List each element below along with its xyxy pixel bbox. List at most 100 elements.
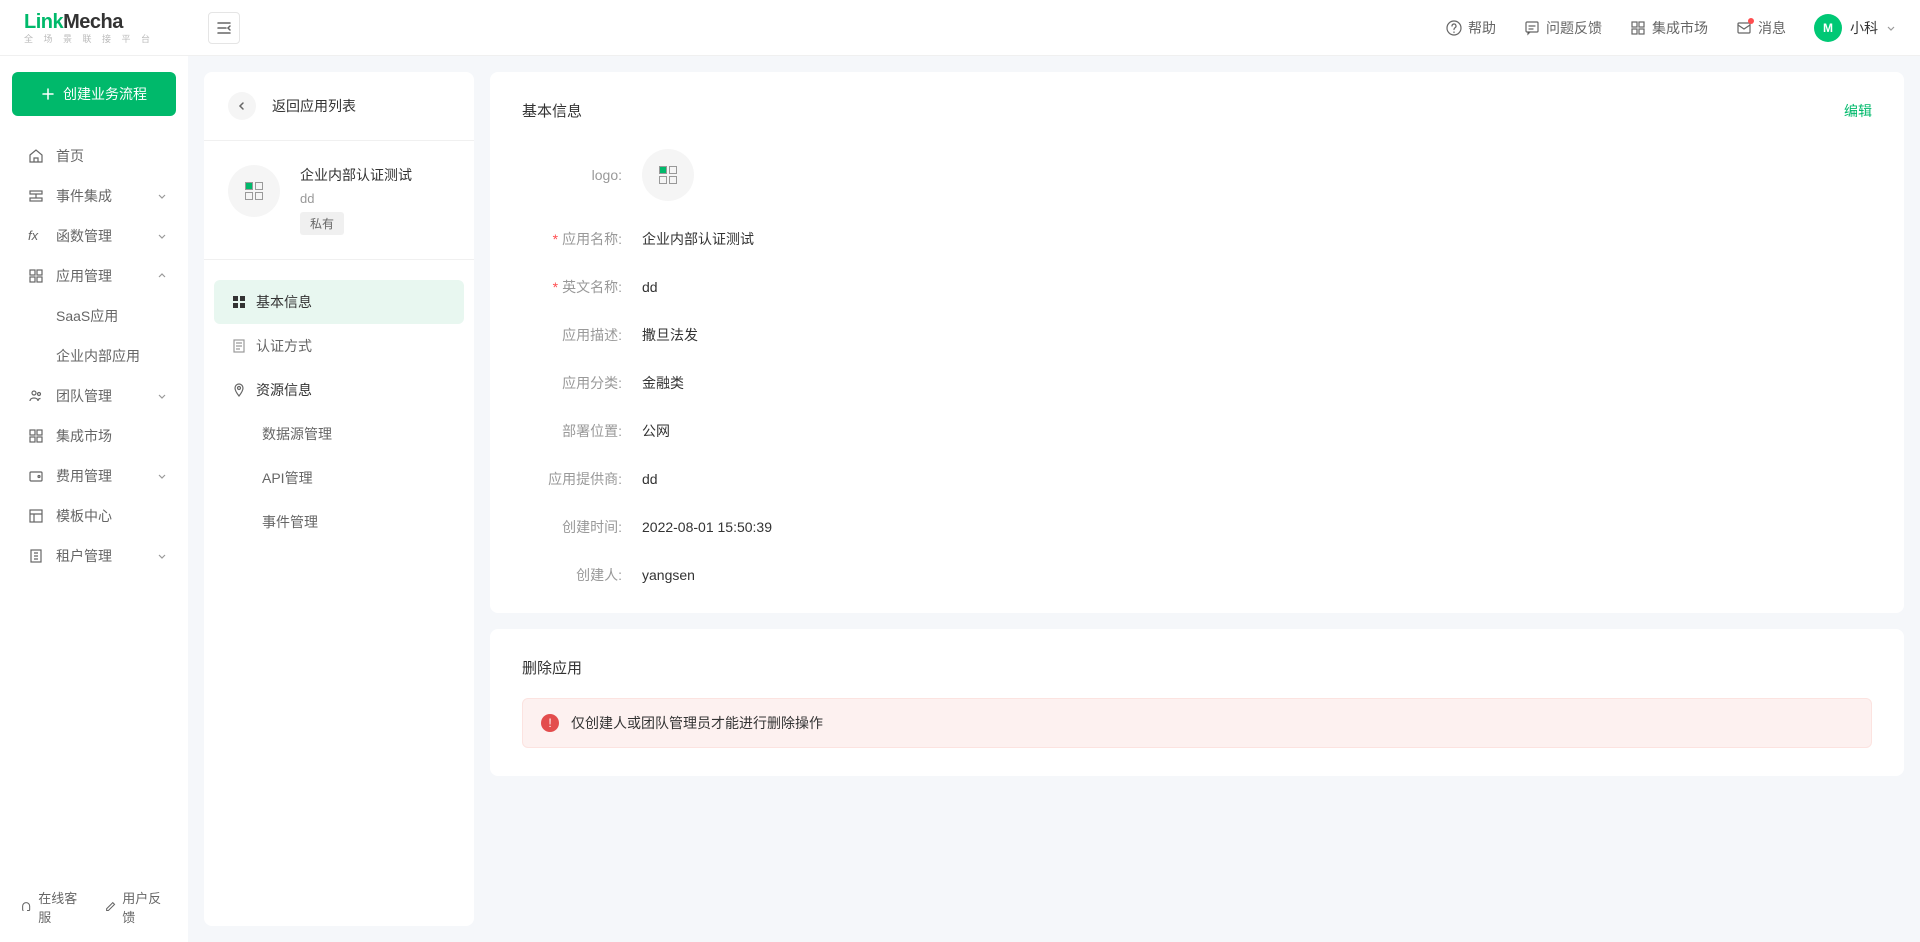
app-visibility-tag: 私有 xyxy=(300,212,344,235)
grid-icon xyxy=(28,428,44,444)
plus-icon xyxy=(41,87,55,101)
delete-title: 删除应用 xyxy=(522,657,1872,678)
value-name: 企业内部认证测试 xyxy=(642,229,754,249)
app-code: dd xyxy=(300,191,412,206)
message-badge xyxy=(1748,18,1754,24)
create-flow-button[interactable]: 创建业务流程 xyxy=(12,72,176,116)
value-creator: yangsen xyxy=(642,567,695,583)
app-name: 企业内部认证测试 xyxy=(300,165,412,185)
sidebar-item-home[interactable]: 首页 xyxy=(0,136,188,176)
value-desc: 撒旦法发 xyxy=(642,325,698,345)
team-icon xyxy=(28,388,44,404)
template-icon xyxy=(28,508,44,524)
subnav-auth[interactable]: 认证方式 xyxy=(214,324,464,368)
logo-subtitle: 全 场 景 联 接 平 台 xyxy=(24,32,188,45)
sidebar-item-template[interactable]: 模板中心 xyxy=(0,496,188,536)
subnav-event[interactable]: 事件管理 xyxy=(214,500,464,544)
sidebar-item-team[interactable]: 团队管理 xyxy=(0,376,188,416)
app-logo-icon xyxy=(228,165,280,217)
grid-icon xyxy=(232,295,246,309)
sidebar-item-label: 团队管理 xyxy=(56,386,112,406)
edit-icon xyxy=(104,900,116,914)
sidebar-item-label: 模板中心 xyxy=(56,506,112,526)
sidebar-item-label: 函数管理 xyxy=(56,226,112,246)
wallet-icon xyxy=(28,468,44,484)
subnav-label: 基本信息 xyxy=(256,292,312,312)
menu-collapse-icon xyxy=(216,20,232,36)
main-sidebar: 创建业务流程 首页 事件集成 fx 函数管理 应用管理 SaaS应用 企业内部应… xyxy=(0,56,188,942)
user-avatar: M xyxy=(1814,14,1842,42)
top-header: LinkMecha 全 场 景 联 接 平 台 帮助 问题反馈 集成市场 消息 … xyxy=(0,0,1920,56)
chevron-down-icon xyxy=(156,190,168,202)
sidebar-toggle-button[interactable] xyxy=(208,12,240,44)
chevron-down-icon xyxy=(156,470,168,482)
user-name: 小科 xyxy=(1850,18,1878,38)
label-provider: 应用提供商: xyxy=(522,469,622,489)
message-link[interactable]: 消息 xyxy=(1736,18,1786,38)
chevron-left-icon xyxy=(236,100,248,112)
subnav-basic-info[interactable]: 基本信息 xyxy=(214,280,464,324)
app-sub-panel: 返回应用列表 企业内部认证测试 dd 私有 基本信息 认证方式 资 xyxy=(204,72,474,926)
sidebar-item-label: 首页 xyxy=(56,146,84,166)
sidebar-item-billing[interactable]: 费用管理 xyxy=(0,456,188,496)
message-label: 消息 xyxy=(1758,18,1786,38)
chevron-up-icon xyxy=(156,270,168,282)
label-en-name: *英文名称: xyxy=(522,277,622,297)
sidebar-item-label: 费用管理 xyxy=(56,466,112,486)
sidebar-item-market[interactable]: 集成市场 xyxy=(0,416,188,456)
value-en-name: dd xyxy=(642,279,658,295)
subnav-label: 认证方式 xyxy=(256,336,312,356)
user-menu[interactable]: M 小科 xyxy=(1814,14,1896,42)
label-desc: 应用描述: xyxy=(522,325,622,345)
card-title: 基本信息 xyxy=(522,100,582,121)
sidebar-item-event[interactable]: 事件集成 xyxy=(0,176,188,216)
value-deploy: 公网 xyxy=(642,421,670,441)
subnav-api[interactable]: API管理 xyxy=(214,456,464,500)
sidebar-sub-internal[interactable]: 企业内部应用 xyxy=(0,336,188,376)
edit-button[interactable]: 编辑 xyxy=(1844,101,1872,121)
doc-icon xyxy=(232,339,246,353)
back-button[interactable] xyxy=(228,92,256,120)
feedback-icon xyxy=(1524,20,1540,36)
help-label: 帮助 xyxy=(1468,18,1496,38)
delete-warning-alert: ! 仅创建人或团队管理员才能进行删除操作 xyxy=(522,698,1872,748)
app-icon xyxy=(28,268,44,284)
event-icon xyxy=(28,188,44,204)
sidebar-item-tenant[interactable]: 租户管理 xyxy=(0,536,188,576)
help-link[interactable]: 帮助 xyxy=(1446,18,1496,38)
sidebar-item-label: 集成市场 xyxy=(56,426,112,446)
error-icon: ! xyxy=(541,714,559,732)
customer-service-link[interactable]: 在线客服 xyxy=(20,888,84,926)
basic-info-card: 基本信息 编辑 logo: *应用名称: 企业内部认证测试 *英文名称: dd … xyxy=(490,72,1904,613)
value-created-at: 2022-08-01 15:50:39 xyxy=(642,519,772,535)
subnav-label: 资源信息 xyxy=(256,380,312,400)
tenant-icon xyxy=(28,548,44,564)
sidebar-item-label: 租户管理 xyxy=(56,546,112,566)
label-created-at: 创建时间: xyxy=(522,517,622,537)
location-icon xyxy=(232,383,246,397)
label-logo: logo: xyxy=(522,167,622,183)
logo[interactable]: LinkMecha 全 场 景 联 接 平 台 xyxy=(0,11,188,45)
label-creator: 创建人: xyxy=(522,565,622,585)
market-link[interactable]: 集成市场 xyxy=(1630,18,1708,38)
feedback-label: 问题反馈 xyxy=(1546,18,1602,38)
delete-app-card: 删除应用 ! 仅创建人或团队管理员才能进行删除操作 xyxy=(490,629,1904,776)
subnav-datasource[interactable]: 数据源管理 xyxy=(214,412,464,456)
chevron-down-icon xyxy=(1886,23,1896,33)
chevron-down-icon xyxy=(156,230,168,242)
chevron-down-icon xyxy=(156,390,168,402)
value-provider: dd xyxy=(642,471,658,487)
sidebar-item-label: 事件集成 xyxy=(56,186,112,206)
subnav-resource[interactable]: 资源信息 xyxy=(214,368,464,412)
user-feedback-link[interactable]: 用户反馈 xyxy=(104,888,168,926)
headset-icon xyxy=(20,900,32,914)
sidebar-sub-saas[interactable]: SaaS应用 xyxy=(0,296,188,336)
market-label: 集成市场 xyxy=(1652,18,1708,38)
feedback-link[interactable]: 问题反馈 xyxy=(1524,18,1602,38)
label-category: 应用分类: xyxy=(522,373,622,393)
app-logo-display xyxy=(642,149,694,201)
label-name: *应用名称: xyxy=(522,229,622,249)
content-area[interactable]: 基本信息 编辑 logo: *应用名称: 企业内部认证测试 *英文名称: dd … xyxy=(490,72,1912,926)
sidebar-item-app[interactable]: 应用管理 xyxy=(0,256,188,296)
sidebar-item-function[interactable]: fx 函数管理 xyxy=(0,216,188,256)
